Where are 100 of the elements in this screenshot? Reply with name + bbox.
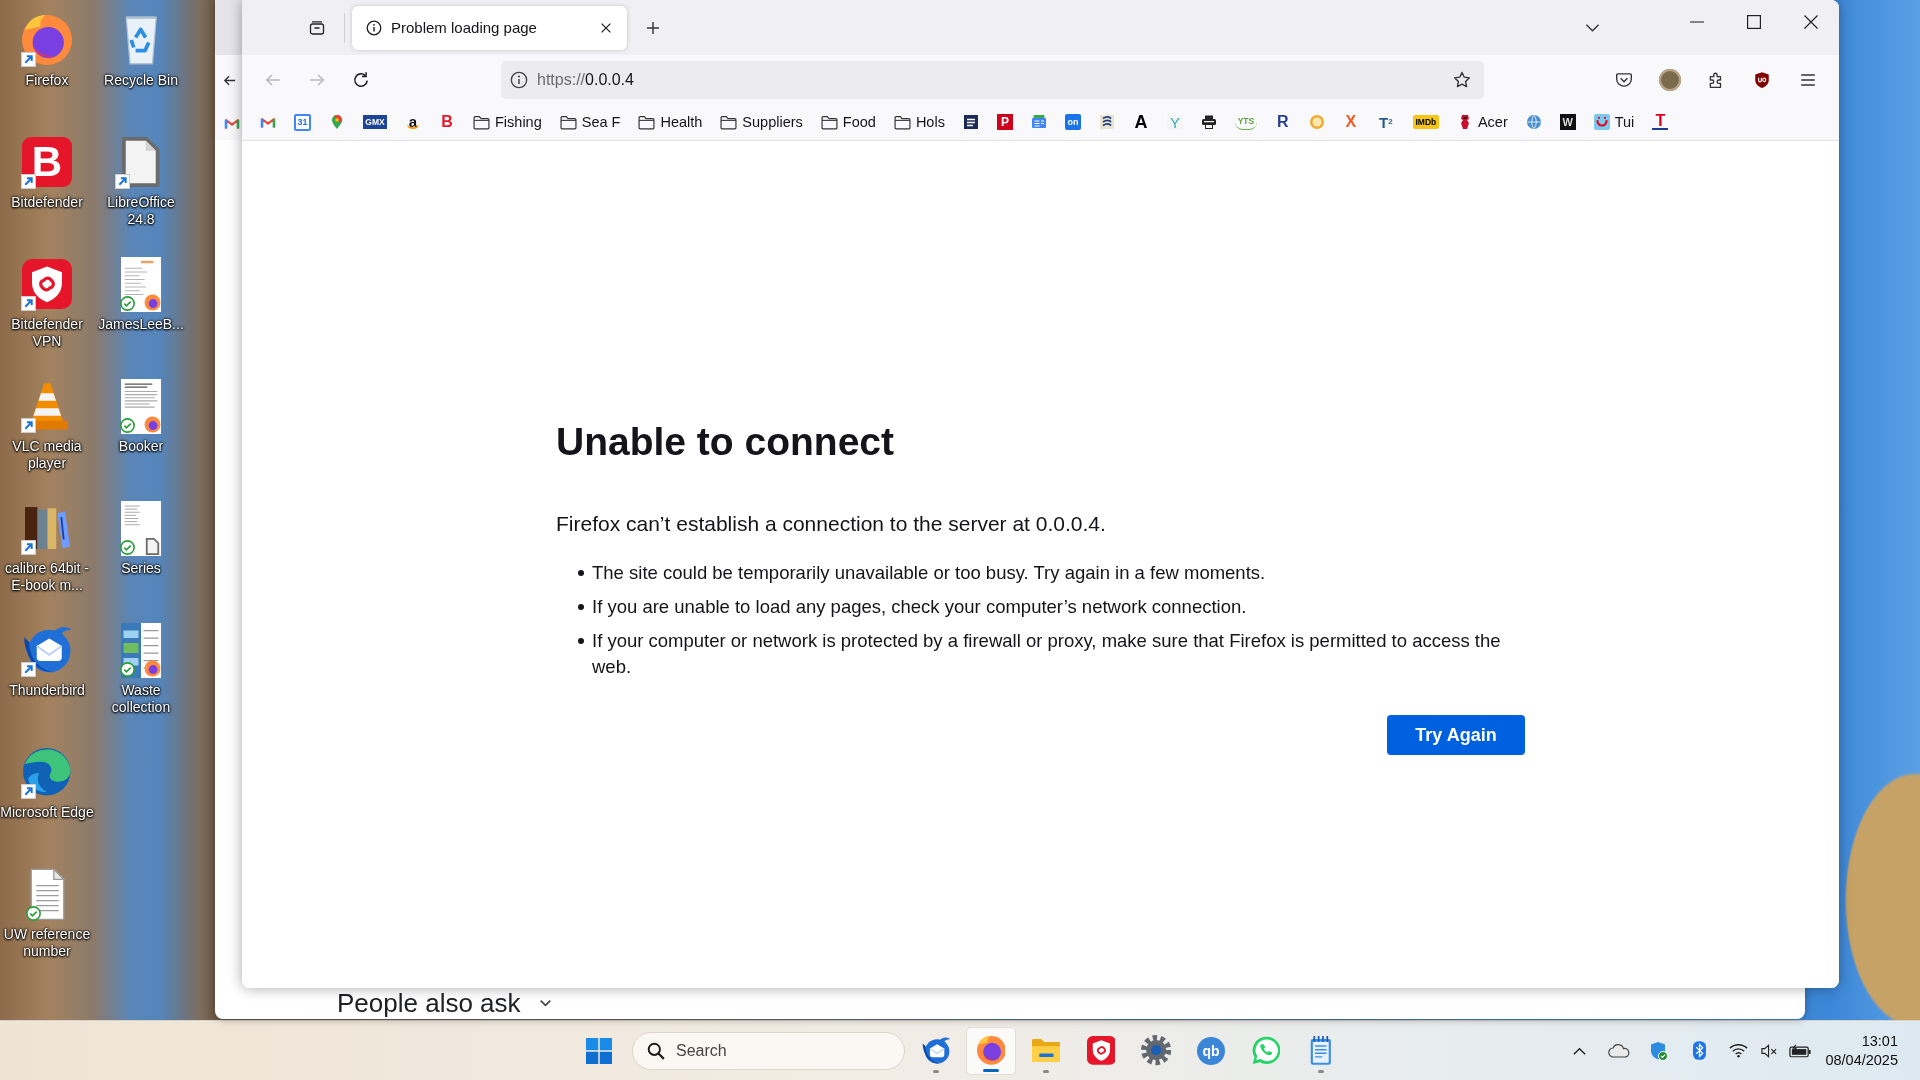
bookmark-link[interactable]: Y	[1160, 110, 1189, 134]
bookmark-link[interactable]: R	[1268, 110, 1297, 134]
site-logo: YTS	[1234, 114, 1257, 130]
speaker-muted-icon	[1760, 1043, 1778, 1058]
browser-badge-icon	[144, 660, 161, 677]
app-logo: qb	[1197, 1036, 1225, 1065]
bookmark-link[interactable]: T	[1646, 110, 1675, 134]
books-icon	[24, 506, 70, 550]
news-tile-icon	[962, 114, 979, 130]
desktop-item[interactable]: LibreOffice 24.8	[94, 130, 188, 228]
info-icon	[510, 70, 528, 89]
printer-icon	[1200, 114, 1217, 130]
circle-logo-icon	[1308, 114, 1325, 130]
site-logo: GMX	[363, 115, 387, 129]
desktop-item[interactable]: Thunderbird	[0, 618, 94, 699]
desktop-item[interactable]: JamesLeeB...	[94, 252, 188, 333]
notepad-icon	[1310, 1035, 1332, 1066]
bookmark-link[interactable]: IMDb	[1406, 111, 1445, 133]
site-logo: R	[1276, 114, 1290, 130]
bookmark-link[interactable]: Acer	[1450, 110, 1514, 134]
bookmark-link[interactable]: A	[1126, 110, 1155, 134]
desktop-item[interactable]: Firefox	[0, 8, 94, 89]
error-message: Firefox can’t establish a connection to the server at 0.0.0.4.	[556, 511, 1107, 537]
browser-badge-icon	[144, 416, 161, 433]
site-logo: IMDb	[1412, 115, 1439, 129]
desktop-item[interactable]: B Bitdefender	[0, 130, 94, 211]
bullet-icon	[578, 570, 584, 576]
desktop-item[interactable]: calibre 64bit - E-book m...	[0, 496, 94, 594]
desktop-item[interactable]: UW reference number	[0, 862, 94, 960]
bookmark-link[interactable]: on	[1058, 110, 1087, 134]
smile-logo-icon	[1593, 114, 1610, 130]
site-logo: W	[1559, 114, 1576, 130]
bird-envelope-icon	[921, 1036, 951, 1065]
shield-check-icon	[1650, 1040, 1669, 1061]
news-card-icon	[1030, 114, 1047, 130]
desktop-item[interactable]: Bitdefender VPN	[0, 252, 94, 350]
browser-logo-icon	[22, 15, 72, 65]
bookmark-link[interactable]: Tui	[1587, 110, 1641, 134]
browser-badge-icon	[144, 294, 161, 311]
document-icon	[122, 137, 160, 187]
folder-icon	[638, 114, 656, 130]
shield-link-icon	[1086, 1036, 1116, 1065]
chat-phone-icon	[1251, 1036, 1281, 1065]
desktop-item[interactable]: VLC media player	[0, 374, 94, 472]
bookmark-link[interactable]: W	[1553, 110, 1582, 134]
clock[interactable]: 13:01 08/04/2025	[1821, 1031, 1902, 1070]
info-icon	[366, 19, 382, 36]
site-logo: Y	[1166, 114, 1183, 130]
reload-icon	[352, 70, 370, 89]
browser-tab[interactable]: Problem loading page	[352, 5, 627, 50]
bookmark-folder[interactable]: Sea F	[553, 110, 627, 134]
folder-icon	[473, 114, 490, 130]
folder-icon	[559, 114, 577, 130]
chevron-up-icon	[1571, 1045, 1587, 1056]
maximize-icon	[1746, 15, 1761, 29]
battery-charging-icon	[1788, 1043, 1812, 1058]
bookmark-folder[interactable]: Suppliers	[714, 110, 809, 134]
bluetooth-icon	[1692, 1041, 1706, 1060]
search-field[interactable]: Search	[632, 1031, 905, 1070]
bookmark-link[interactable]: X	[1336, 110, 1365, 134]
desktop-item[interactable]: Microsoft Edge	[0, 740, 94, 821]
bookmark-folder[interactable]: Health	[632, 110, 709, 134]
site-logo: 31	[294, 113, 311, 131]
taskbar-app-button[interactable]	[966, 1026, 1016, 1075]
globe-icon	[1525, 114, 1542, 130]
section-heading: People also ask	[337, 989, 521, 1017]
bookmark-link[interactable]: 31	[288, 109, 317, 135]
tray-box-icon	[309, 19, 325, 36]
bookmark-folder[interactable]: Food	[814, 110, 882, 134]
site-logo: on	[1064, 114, 1081, 130]
site-logo: B	[440, 114, 454, 130]
try-again-button[interactable]: Try Again	[1387, 715, 1525, 755]
tab-title: Problem loading page	[391, 19, 538, 36]
bookmark-link[interactable]: a	[399, 110, 427, 134]
pocket-icon	[1615, 70, 1633, 89]
bookmark-link[interactable]: GMX	[357, 111, 393, 133]
desktop-item[interactable]: Recycle Bin	[94, 8, 188, 89]
desktop-item[interactable]: Booker	[94, 374, 188, 455]
bookmark-link[interactable]: B	[433, 110, 461, 134]
close-icon	[1803, 15, 1818, 29]
desktop-item[interactable]: Series	[94, 496, 188, 577]
desktop-item[interactable]: Waste collection	[94, 618, 188, 716]
address-bar[interactable]: https://0.0.0.4	[501, 60, 1484, 99]
bookmark-folder[interactable]: Fishing	[467, 110, 548, 134]
shield-link-icon	[22, 259, 72, 309]
account-avatar	[1659, 68, 1681, 91]
bookmark-link[interactable]: YTS	[1228, 110, 1263, 134]
folder-icon	[720, 114, 738, 130]
bookmark-folder[interactable]: Hols	[887, 110, 951, 134]
bookmark-link[interactable]: P	[990, 110, 1019, 134]
bird-envelope-icon	[22, 626, 72, 674]
chevron-down-icon[interactable]	[538, 999, 552, 1007]
folder-icon	[893, 114, 911, 130]
url-text: https://0.0.0.4	[537, 70, 634, 89]
wave-logo-icon	[23, 748, 71, 796]
map-pin-icon	[329, 114, 345, 130]
plus-icon	[645, 19, 661, 36]
taskbar-app-button[interactable]: qb	[1186, 1026, 1236, 1075]
back-arrow-icon	[222, 73, 237, 88]
app-logo: B	[22, 137, 72, 187]
